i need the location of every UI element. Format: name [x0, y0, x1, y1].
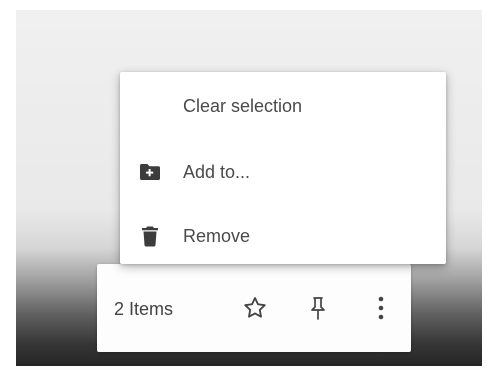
- trash-icon: [138, 224, 162, 248]
- app-screen: 2 Items Clear selection Add to... Remove: [16, 10, 482, 366]
- star-outline-icon[interactable]: [235, 288, 275, 328]
- folder-add-icon: [138, 160, 162, 184]
- selection-action-bar: 2 Items: [97, 264, 411, 352]
- menu-item-label: Add to...: [183, 162, 251, 182]
- menu-item-remove[interactable]: Remove: [120, 208, 446, 264]
- selection-menu: Clear selection Add to... Remove: [120, 72, 446, 264]
- menu-item-clear-selection[interactable]: Clear selection: [120, 78, 446, 134]
- selected-items-count: 2 Items: [114, 299, 174, 319]
- menu-item-label: Remove: [183, 226, 251, 246]
- pin-icon[interactable]: [298, 288, 338, 328]
- more-vert-icon[interactable]: [361, 288, 401, 328]
- menu-item-label: Clear selection: [183, 96, 303, 116]
- menu-item-add-to[interactable]: Add to...: [120, 144, 446, 200]
